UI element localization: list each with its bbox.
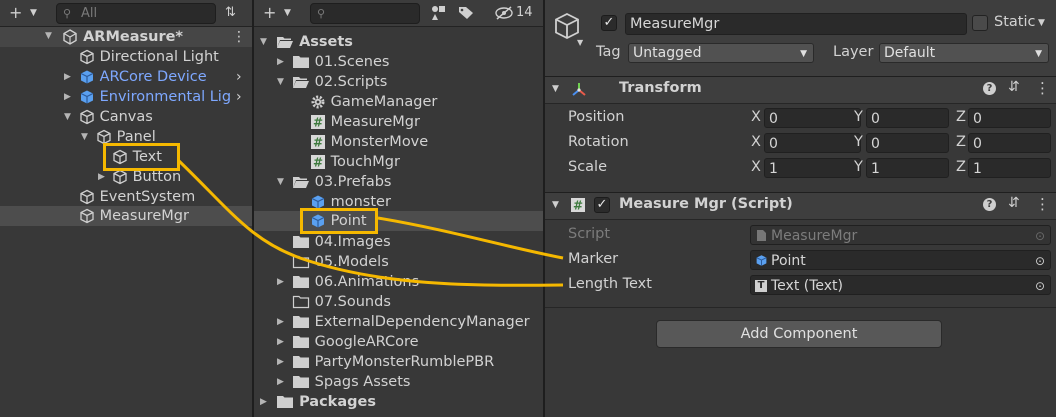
annotation-connector-lines [176, 158, 564, 287]
